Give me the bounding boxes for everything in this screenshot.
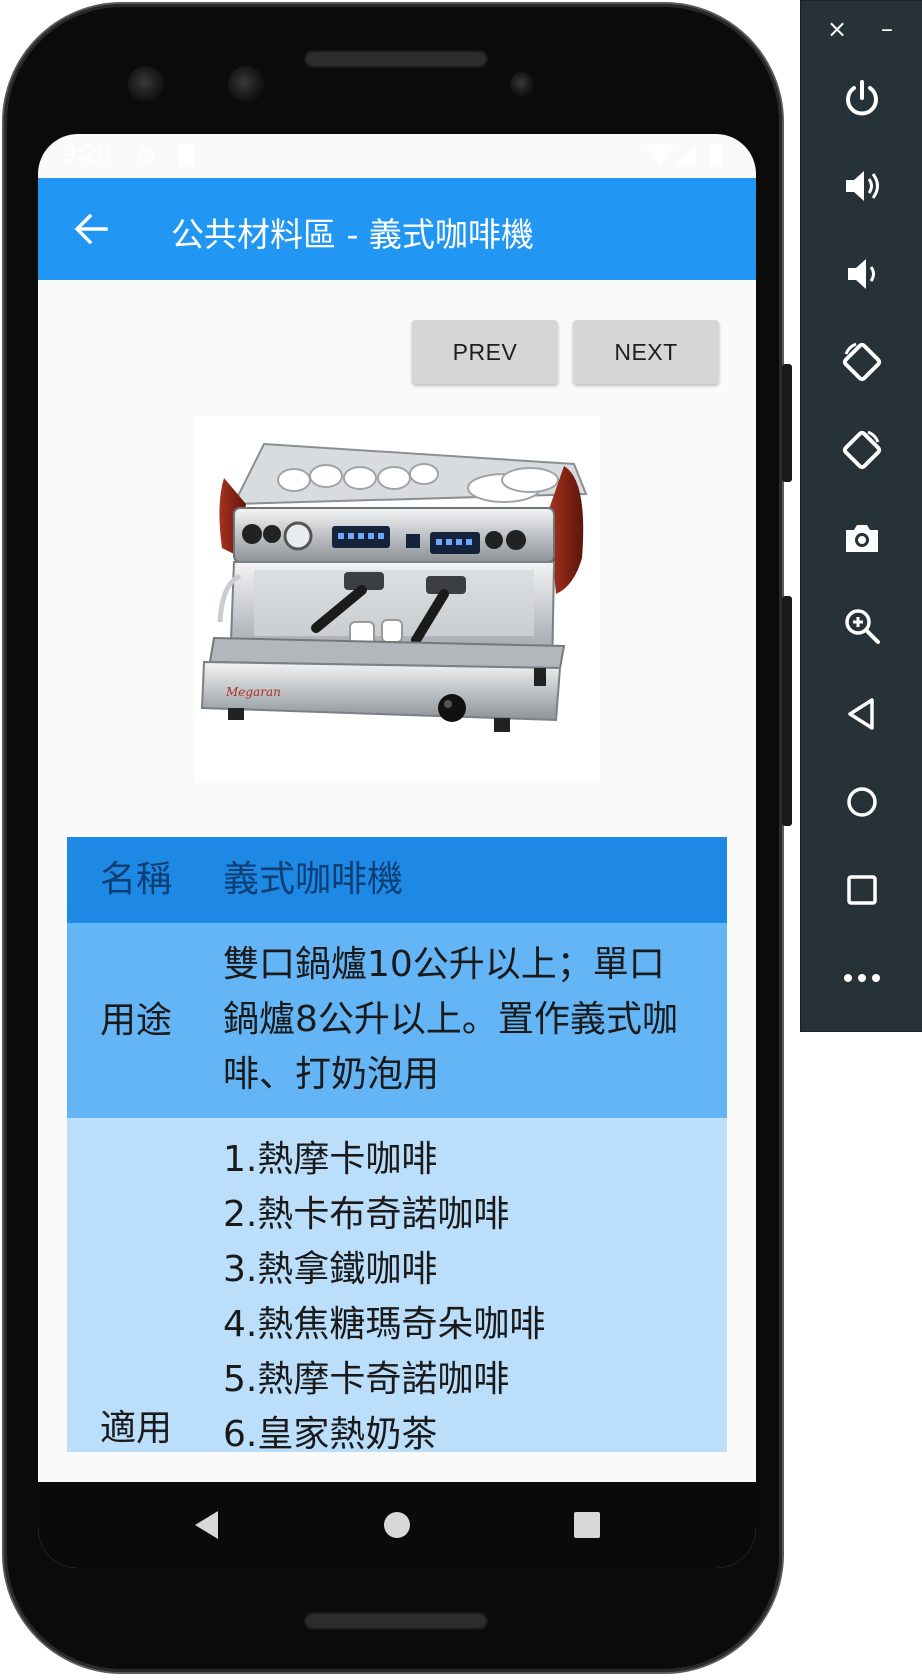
volume-up-icon — [846, 171, 879, 201]
sensor — [510, 72, 534, 96]
more-icon — [844, 974, 880, 982]
sd-card-status-icon — [178, 144, 194, 166]
espresso-machine-illustration: Megaran — [200, 442, 588, 732]
list-item: 4.熱焦糖瑪奇朵咖啡 — [223, 1304, 546, 1345]
emu-more-button[interactable] — [831, 947, 893, 1009]
home-circle-icon — [384, 1512, 410, 1538]
phone-screen: 9:20 ⚙ 公共材料區 - 義式咖啡機 PREV NEXT Megaran 名… — [38, 134, 756, 1568]
overview-square-icon — [574, 1512, 600, 1538]
front-camera-right — [228, 66, 264, 102]
power-button[interactable] — [831, 67, 893, 129]
app-bar: 公共材料區 - 義式咖啡機 — [38, 178, 756, 280]
volume-down-icon — [848, 259, 875, 289]
wifi-status-icon — [646, 144, 674, 166]
navigation-bar — [38, 1482, 756, 1568]
overview-icon — [847, 875, 877, 905]
camera-icon — [846, 525, 878, 552]
use-line: 啡、打奶泡用 — [223, 1054, 440, 1095]
phone-frame: 9:20 ⚙ 公共材料區 - 義式咖啡機 PREV NEXT Megaran 名… — [4, 4, 792, 1672]
rotate-right-icon — [842, 430, 882, 470]
emu-home-button[interactable] — [831, 771, 893, 833]
list-item: 5.熱摩卡奇諾咖啡 — [223, 1359, 510, 1400]
name-label: 名稱 — [100, 859, 173, 900]
status-bar: 9:20 ⚙ — [38, 134, 756, 178]
battery-status-icon — [710, 144, 722, 166]
back-icon — [848, 698, 874, 730]
earpiece-speaker — [304, 50, 488, 68]
rotate-left-button[interactable] — [831, 331, 893, 393]
arrow-left-icon — [74, 214, 108, 244]
list-item: 6.皇家熱奶茶 — [223, 1414, 438, 1452]
zoom-button[interactable] — [831, 595, 893, 657]
volume-up-button[interactable] — [831, 155, 893, 217]
home-icon — [847, 787, 877, 817]
name-value: 義式咖啡機 — [223, 859, 404, 900]
table-row-name: 名稱 義式咖啡機 — [67, 837, 727, 923]
minimize-icon[interactable]: – — [881, 15, 893, 43]
emu-overview-button[interactable] — [831, 859, 893, 921]
use-line: 鍋爐8公升以上。置作義式咖 — [223, 999, 678, 1040]
zoom-icon — [845, 609, 880, 644]
table-row-use: 用途 雙口鍋爐10公升以上；單口 鍋爐8公升以上。置作義式咖 啡、打奶泡用 — [67, 923, 727, 1118]
page-title: 公共材料區 - 義式咖啡機 — [171, 215, 534, 254]
next-button[interactable]: NEXT — [573, 320, 719, 384]
power-icon — [846, 80, 878, 116]
prev-button[interactable]: PREV — [412, 320, 558, 384]
emulator-toolbar: × – — [800, 0, 922, 1032]
close-icon[interactable]: × — [827, 15, 847, 43]
front-camera-left — [128, 66, 164, 102]
volume-down-button[interactable] — [831, 243, 893, 305]
applicable-list: 1.熱摩卡咖啡 2.熱卡布奇諾咖啡 3.熱拿鐵咖啡 4.熱焦糖瑪奇朵咖啡 5.熱… — [223, 1132, 693, 1452]
rotate-left-icon — [842, 342, 882, 382]
svg-text:Megaran: Megaran — [225, 685, 281, 699]
phone-power-button — [782, 364, 792, 482]
signal-status-icon — [676, 144, 696, 166]
rotate-right-button[interactable] — [831, 419, 893, 481]
info-table: 名稱 義式咖啡機 用途 雙口鍋爐10公升以上；單口 鍋爐8公升以上。置作義式咖 … — [67, 837, 727, 1452]
bottom-speaker — [304, 1612, 488, 1630]
list-item: 1.熱摩卡咖啡 — [223, 1139, 438, 1180]
list-item: 3.熱拿鐵咖啡 — [223, 1249, 438, 1290]
nav-home-button[interactable] — [374, 1502, 420, 1548]
use-label: 用途 — [100, 1000, 173, 1041]
table-row-applicable: 適用 1.熱摩卡咖啡 2.熱卡布奇諾咖啡 3.熱拿鐵咖啡 4.熱焦糖瑪奇朵咖啡 … — [67, 1118, 727, 1452]
back-triangle-icon — [195, 1511, 218, 1539]
list-item: 2.熱卡布奇諾咖啡 — [223, 1194, 510, 1235]
applicable-label: 適用 — [100, 1408, 173, 1449]
settings-status-icon: ⚙ — [136, 142, 158, 170]
back-button[interactable] — [68, 206, 114, 252]
product-image: Megaran — [194, 416, 600, 782]
screenshot-button[interactable] — [831, 507, 893, 569]
phone-volume-button — [782, 596, 792, 826]
use-value: 雙口鍋爐10公升以上；單口 鍋爐8公升以上。置作義式咖 啡、打奶泡用 — [223, 937, 693, 1102]
status-time: 9:20 — [62, 142, 112, 167]
nav-overview-button[interactable] — [564, 1502, 610, 1548]
use-line: 雙口鍋爐10公升以上；單口 — [223, 944, 665, 985]
emu-back-button[interactable] — [831, 683, 893, 745]
nav-back-button[interactable] — [184, 1502, 230, 1548]
